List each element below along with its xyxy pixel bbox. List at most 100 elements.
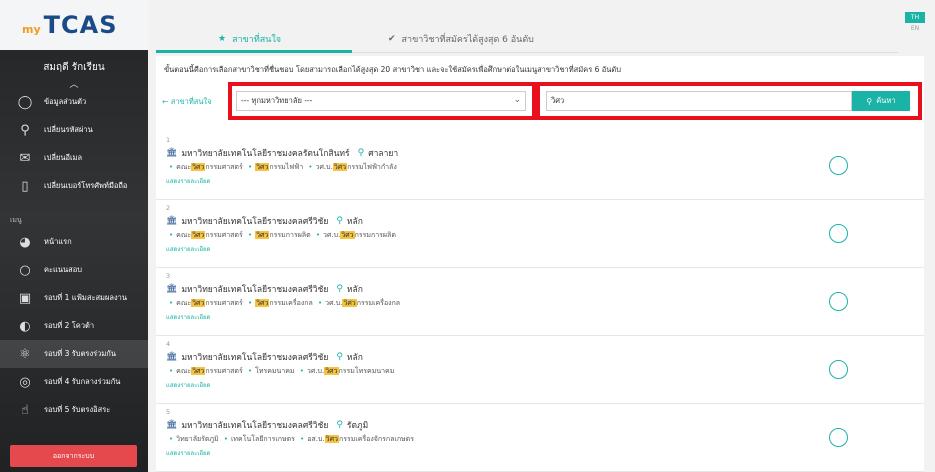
- campus-name: หลัก: [346, 353, 363, 363]
- lang-en[interactable]: EN: [905, 23, 925, 34]
- select-radio[interactable]: [829, 292, 848, 311]
- menu-item-label: รอบที่ 5 รับตรงอิสระ: [44, 405, 111, 414]
- menu-item-round-3[interactable]: ⚛ รอบที่ 3 รับตรงร่วมกัน: [0, 340, 148, 368]
- menu-section-label: เมนู: [10, 216, 22, 224]
- menu-item-change-email[interactable]: ✉ เปลี่ยนอีเมล: [0, 144, 148, 172]
- university-icon: 🏛: [166, 420, 178, 430]
- menu-item-scores[interactable]: ○ คะแนนสอบ: [0, 256, 148, 284]
- item-number: 4: [166, 340, 171, 348]
- select-radio[interactable]: [829, 224, 848, 243]
- quota-icon: ◐: [19, 318, 31, 334]
- key-icon: ⚲: [20, 122, 30, 138]
- menu-item-home[interactable]: ◕ หน้าแรก: [0, 228, 148, 256]
- university-icon: 🏛: [166, 216, 178, 226]
- sidebar: my TCAS สมฤดี รักเรียน ︿ ◯ ข้อมูลส่วนตัว…: [0, 0, 148, 472]
- back-link-label: สาขาที่สนใจ: [170, 97, 212, 106]
- item-number: 1: [166, 136, 171, 144]
- item-number: 2: [166, 204, 171, 212]
- show-details-link[interactable]: แสดงรายละเอียด: [166, 176, 924, 186]
- list-item: 3 🏛 มหาวิทยาลัยเทคโนโลยีราชมงคลศรีวิชัย …: [156, 268, 924, 336]
- university-icon: 🏛: [166, 148, 178, 158]
- logo-name: TCAS: [43, 11, 118, 39]
- university-name: มหาวิทยาลัยเทคโนโลยีราชมงคลศรีวิชัย: [181, 217, 329, 227]
- logout-button[interactable]: ออกจากระบบ: [10, 445, 137, 467]
- menu-item-label: ข้อมูลส่วนตัว: [44, 97, 87, 106]
- menu-item-label: รอบที่ 2 โควต้า: [44, 321, 95, 330]
- list-item: 4 🏛 มหาวิทยาลัยเทคโนโลยีราชมงคลศรีวิชัย …: [156, 336, 924, 404]
- menu-item-change-phone[interactable]: ▯ เปลี่ยนเบอร์โทรศัพท์มือถือ: [0, 172, 148, 200]
- show-details-link[interactable]: แสดงรายละเอียด: [166, 448, 924, 458]
- user-box: สมฤดี รักเรียน ︿: [0, 52, 148, 90]
- program-path: • คณะวิศวกรรมศาสตร์ • วิศวกรรมเครื่องกล • ว…: [169, 299, 401, 307]
- university-name: มหาวิทยาลัยเทคโนโลยีราชมงคลศรีวิชัย: [181, 285, 329, 295]
- select-radio[interactable]: [829, 360, 848, 379]
- menu-item-profile[interactable]: ◯ ข้อมูลส่วนตัว: [0, 88, 148, 116]
- program-path: • คณะวิศวกรรมศาสตร์ • วิศวกรรมการผลิต • วศ.…: [169, 231, 396, 239]
- main-menu: ◕ หน้าแรก ○ คะแนนสอบ ▣ รอบที่ 1 แฟ้มสะสม…: [0, 228, 148, 424]
- menu-item-change-password[interactable]: ⚲ เปลี่ยนรหัสผ่าน: [0, 116, 148, 144]
- menu-item-label: เปลี่ยนเบอร์โทรศัพท์มือถือ: [44, 181, 128, 190]
- tab-label: สาขาที่สนใจ: [232, 35, 282, 45]
- tab-interested-majors[interactable]: ★ สาขาที่สนใจ: [218, 26, 281, 52]
- menu-item-round-2[interactable]: ◐ รอบที่ 2 โควต้า: [0, 312, 148, 340]
- instruction-text: ขั้นตอนนี้คือการเลือกสาขาวิชาที่ชื่นชอบ …: [164, 65, 622, 74]
- location-pin-icon: ⚲: [336, 420, 343, 430]
- campus-name: หลัก: [346, 285, 363, 295]
- campus-name: ศาลายา: [368, 149, 399, 159]
- arrow-left-icon: ←: [162, 97, 169, 106]
- location-pin-icon: ⚲: [357, 148, 365, 158]
- menu-item-label: รอบที่ 3 รับตรงร่วมกัน: [44, 349, 116, 358]
- item-number: 5: [166, 408, 171, 416]
- university-icon: 🏛: [166, 284, 178, 294]
- menu-item-label: รอบที่ 4 รับกลางร่วมกัน: [44, 377, 121, 386]
- menu-item-label: เปลี่ยนอีเมล: [44, 153, 83, 162]
- tab-bar: ★ สาขาที่สนใจ ✔ สาขาวิชาที่สมัครได้สูงสุ…: [156, 26, 898, 53]
- location-pin-icon: ⚲: [336, 284, 343, 294]
- tcas-logo[interactable]: my TCAS: [0, 0, 148, 50]
- location-pin-icon: ⚲: [336, 352, 343, 362]
- logo-prefix: my: [22, 22, 41, 36]
- annotation-box-search: [536, 82, 922, 120]
- show-details-link[interactable]: แสดงรายละเอียด: [166, 244, 924, 254]
- campus-name: รัตภูมิ: [346, 421, 369, 431]
- menu-item-label: คะแนนสอบ: [44, 265, 82, 274]
- program-path: • คณะวิศวกรรมศาสตร์ • โทรคมนาคม • วศ.บ.วิศว…: [169, 367, 395, 375]
- select-radio[interactable]: [829, 428, 848, 447]
- dashboard-icon: ◕: [19, 234, 31, 250]
- list-item: 2 🏛 มหาวิทยาลัยเทคโนโลยีราชมงคลศรีวิชัย …: [156, 200, 924, 268]
- menu-item-label: หน้าแรก: [44, 237, 72, 246]
- rings-icon: ◎: [19, 374, 31, 390]
- menu-item-round-1[interactable]: ▣ รอบที่ 1 แฟ้มสะสมผลงาน: [0, 284, 148, 312]
- back-link[interactable]: ← สาขาที่สนใจ: [162, 96, 212, 108]
- university-icon: 🏛: [166, 352, 178, 362]
- list-item: 5 🏛 มหาวิทยาลัยเทคโนโลยีราชมงคลศรีวิชัย …: [156, 404, 924, 472]
- menu-item-round-5[interactable]: ☝ รอบที่ 5 รับตรงอิสระ: [0, 396, 148, 424]
- menu-item-label: รอบที่ 1 แฟ้มสะสมผลงาน: [44, 293, 127, 302]
- annotation-box-university: [228, 82, 536, 120]
- user-name: สมฤดี รักเรียน: [43, 62, 105, 73]
- show-details-link[interactable]: แสดงรายละเอียด: [166, 312, 924, 322]
- atom-icon: ⚛: [19, 346, 31, 362]
- tab-top-6-choices[interactable]: ✔ สาขาวิชาที่สมัครได้สูงสุด 6 อันดับ: [388, 26, 534, 52]
- menu-item-round-4[interactable]: ◎ รอบที่ 4 รับกลางร่วมกัน: [0, 368, 148, 396]
- mail-icon: ✉: [19, 150, 31, 166]
- location-pin-icon: ⚲: [336, 216, 343, 226]
- result-list: 1 🏛 มหาวิทยาลัยเทคโนโลยีราชมงคลรัตนโกสิน…: [156, 132, 924, 472]
- check-circle-icon: ✔: [388, 34, 396, 44]
- program-path: • วิทยาลัยรัตภูมิ • เทคโนโลยีการเกษตร • อส.…: [169, 435, 414, 443]
- portfolio-icon: ▣: [18, 290, 32, 306]
- account-menu: ◯ ข้อมูลส่วนตัว ⚲ เปลี่ยนรหัสผ่าน ✉ เปลี…: [0, 88, 148, 200]
- university-name: มหาวิทยาลัยเทคโนโลยีราชมงคลศรีวิชัย: [181, 353, 329, 363]
- university-name: มหาวิทยาลัยเทคโนโลยีราชมงคลรัตนโกสินทร์: [181, 149, 350, 159]
- tab-label: สาขาวิชาที่สมัครได้สูงสุด 6 อันดับ: [401, 35, 534, 45]
- list-item: 1 🏛 มหาวิทยาลัยเทคโนโลยีราชมงคลรัตนโกสิน…: [156, 132, 924, 200]
- star-icon: ★: [218, 34, 227, 44]
- campus-name: หลัก: [346, 217, 363, 227]
- hand-icon: ☝: [21, 402, 29, 418]
- active-tab-indicator: [156, 50, 352, 53]
- university-name: มหาวิทยาลัยเทคโนโลยีราชมงคลศรีวิชัย: [181, 421, 329, 431]
- item-number: 3: [166, 272, 171, 280]
- lang-th[interactable]: TH: [905, 12, 925, 23]
- select-radio[interactable]: [829, 156, 848, 175]
- show-details-link[interactable]: แสดงรายละเอียด: [166, 380, 924, 390]
